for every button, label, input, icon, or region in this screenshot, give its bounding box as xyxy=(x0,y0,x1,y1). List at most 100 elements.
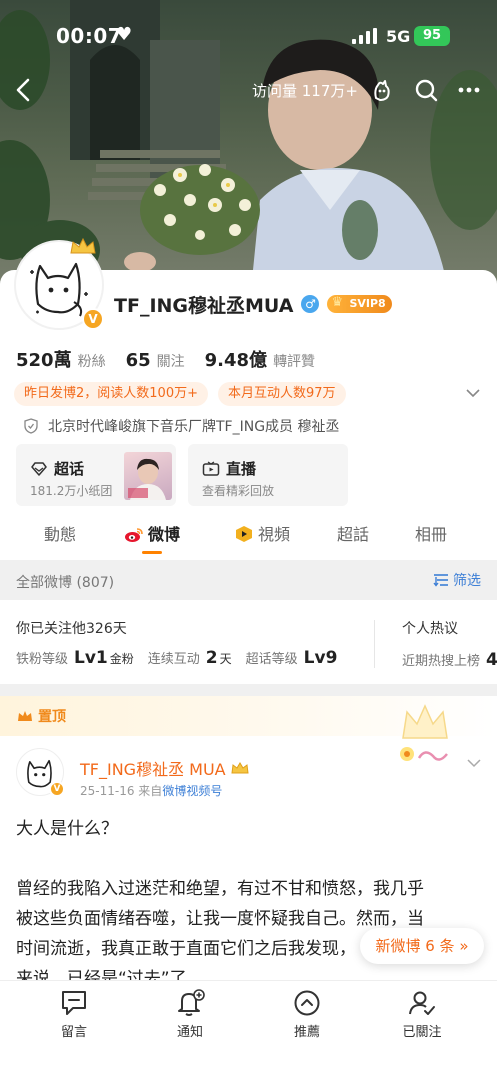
fan-stat-label: 连续互动 xyxy=(147,652,200,667)
activity-chips: 昨日发博2，阅读人数100万+ 本月互动人数97万 xyxy=(14,382,356,406)
hot-search-row: 近期热搜上榜 4 xyxy=(402,650,497,670)
following-stat[interactable]: 65 關注 xyxy=(126,350,185,371)
tv-icon xyxy=(202,460,220,476)
search-icon[interactable] xyxy=(412,76,440,104)
bottom-label: 推薦 xyxy=(293,1025,320,1040)
tab-album[interactable]: 相冊 xyxy=(415,520,447,560)
thumbnail-portrait xyxy=(128,458,166,500)
battery-indicator: 95 xyxy=(414,26,450,46)
avatar[interactable]: V xyxy=(14,237,104,330)
user-name: TF_ING穆祉丞MUA xyxy=(114,294,294,317)
post-line: 大人是什么？ xyxy=(16,819,118,839)
shield-icon xyxy=(24,418,38,434)
post-author-avatar[interactable]: V xyxy=(16,748,65,797)
followed-button[interactable]: 已關注 xyxy=(382,989,462,1040)
post-author-row: TF_ING穆祉丞 MUA xyxy=(80,756,250,780)
fan-stat-value: Lv9 xyxy=(303,648,338,668)
svip-badge[interactable]: SVIP8 xyxy=(327,294,392,313)
tab-weibo[interactable]: 微博 xyxy=(124,520,180,560)
fan-relationship-panel[interactable]: 你已关注他326天 铁粉等级 Lv1 金粉 连续互动 2 天 超话等级 Lv9 … xyxy=(0,600,497,684)
bell-plus-icon xyxy=(178,989,205,1016)
bottom-label: 留言 xyxy=(60,1025,87,1040)
verification-info: 北京时代峰峻旗下音乐厂牌TF_ING成员 穆祉丞 xyxy=(24,416,340,436)
stat-label: 轉評贊 xyxy=(273,354,316,370)
filter-button[interactable]: 筛选 xyxy=(433,570,481,590)
likes-stat[interactable]: 9.48億 轉評贊 xyxy=(205,346,315,372)
iron-fan-level: 铁粉等级 Lv1 金粉 xyxy=(16,648,134,668)
tab-video[interactable]: 視頻 xyxy=(234,520,290,560)
post-from-label: 来自 xyxy=(138,784,163,798)
all-posts-count[interactable]: 全部微博 (807) xyxy=(16,572,114,592)
pinned-label: 置顶 xyxy=(16,706,66,726)
visit-count: 访问量 117万+ xyxy=(252,82,358,100)
chevron-down-icon[interactable] xyxy=(467,758,481,768)
signal-icon xyxy=(352,28,377,44)
tab-supertopic[interactable]: 超話 xyxy=(337,520,369,560)
vip-crown-icon xyxy=(231,762,249,774)
fan-stat-unit: 金粉 xyxy=(109,652,134,666)
feature-tiles: 超话 181.2万小纸团 直播 查看精彩回放 xyxy=(16,444,360,506)
status-time: 00:07 xyxy=(56,24,123,48)
tab-dynamics[interactable]: 動態 xyxy=(44,520,76,560)
recommend-button[interactable]: 推薦 xyxy=(267,989,347,1040)
post-author-name[interactable]: TF_ING穆祉丞 MUA xyxy=(80,756,226,780)
verification-text: 北京时代峰峻旗下音乐厂牌TF_ING成员 穆祉丞 xyxy=(48,419,340,435)
verified-badge: V xyxy=(49,781,65,797)
fan-stat-label: 铁粉等级 xyxy=(16,652,69,667)
chevron-down-double-icon: » xyxy=(454,937,469,955)
notify-button[interactable]: 通知 xyxy=(150,989,230,1040)
user-check-icon xyxy=(409,991,435,1015)
post-meta: 25-11-16 来自微博视频号 xyxy=(80,782,222,799)
tile-title-text: 直播 xyxy=(226,460,257,478)
status-bar: 00:07 ♥ 5G 95 xyxy=(0,0,497,70)
tab-label: 視頻 xyxy=(258,525,291,544)
chip-yesterday-posts[interactable]: 昨日发博2，阅读人数100万+ xyxy=(14,382,208,406)
section-gap xyxy=(0,684,497,696)
heart-icon: ♥ xyxy=(116,24,133,45)
network-type: 5G xyxy=(386,27,411,46)
tab-label: 動態 xyxy=(44,525,77,544)
pinned-text: 置顶 xyxy=(38,709,66,725)
bottom-label: 已關注 xyxy=(402,1025,442,1040)
filter-label: 筛选 xyxy=(453,573,481,589)
stat-number: 9.48億 xyxy=(204,350,268,371)
weibo-icon xyxy=(125,528,143,542)
stat-label: 粉絲 xyxy=(77,354,106,370)
more-icon[interactable] xyxy=(455,76,483,104)
top-nav-bar: 访问量 117万+ xyxy=(0,70,497,110)
tile-title: 直播 xyxy=(202,458,256,479)
back-arrow-icon[interactable] xyxy=(12,76,36,104)
hot-search-label: 近期热搜上榜 xyxy=(402,654,481,669)
divider xyxy=(374,620,375,668)
supertopic-thumbnail xyxy=(124,452,172,500)
verified-badge: V xyxy=(82,308,104,330)
tile-title-text: 超话 xyxy=(54,460,85,478)
supertopic-tile[interactable]: 超话 181.2万小纸团 xyxy=(16,444,176,506)
mascot-icon[interactable] xyxy=(368,76,396,104)
chevron-down-icon[interactable] xyxy=(465,386,481,400)
crown-icon xyxy=(18,711,32,721)
fan-stat-value: 2 xyxy=(205,648,218,668)
filter-bar: 全部微博 (807) 筛选 xyxy=(0,560,497,600)
new-posts-button[interactable]: 新微博 6 条 » xyxy=(360,928,484,964)
crown-icon xyxy=(70,237,96,254)
followers-stat[interactable]: 520萬 粉絲 xyxy=(16,346,106,372)
message-icon xyxy=(62,991,86,1015)
post-source[interactable]: 微博视频号 xyxy=(162,784,222,798)
fan-stat-unit: 天 xyxy=(219,652,232,666)
arrow-up-circle-icon xyxy=(294,990,320,1016)
male-icon: ♂ xyxy=(301,295,320,313)
live-tile[interactable]: 直播 查看精彩回放 xyxy=(188,444,348,506)
post-line: 曾经的我陷入过迷茫和绝望，有过不甘和愤怒，我几乎 xyxy=(16,879,424,899)
fan-stat-label: 超话等级 xyxy=(245,652,298,667)
tab-label: 超話 xyxy=(337,525,370,544)
bottom-action-bar: 留言 通知 推薦 已關注 xyxy=(0,980,497,1080)
hot-topic-title: 个人热议 xyxy=(402,621,458,637)
follow-duration: 你已关注他326天 xyxy=(16,621,127,637)
battery-level: 95 xyxy=(422,28,442,43)
tile-title: 超话 xyxy=(30,458,84,479)
chip-monthly-interactions[interactable]: 本月互动人数97万 xyxy=(217,382,346,406)
fan-stat-value: Lv1 xyxy=(74,648,108,668)
interaction-streak: 连续互动 2 天 xyxy=(148,648,232,668)
comment-button[interactable]: 留言 xyxy=(34,989,114,1040)
